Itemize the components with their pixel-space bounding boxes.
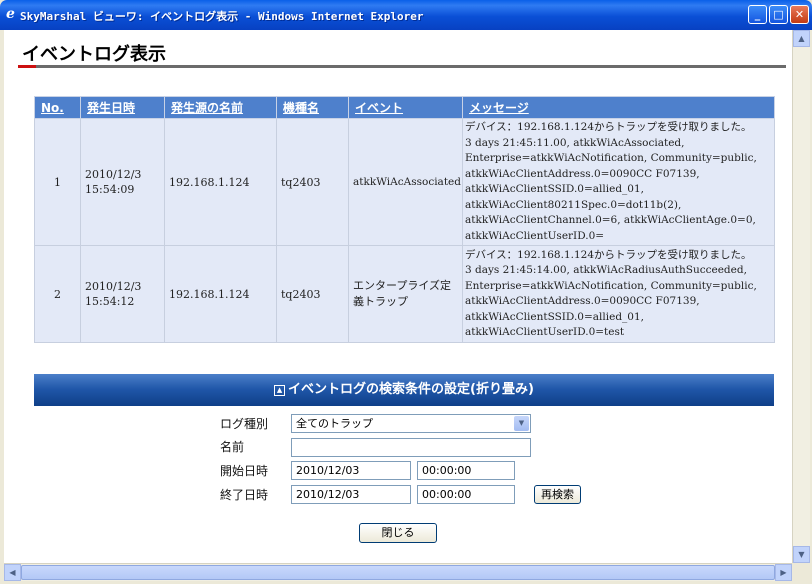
message-line: Enterprise=atkkWiAcNotification, Communi… <box>465 152 757 164</box>
horizontal-scrollbar[interactable]: ◀ ▶ <box>4 563 792 581</box>
message-line: atkkWiAcClient80211Spec.0=dot11b(2), <box>465 198 682 211</box>
message-line: 3 days 21:45:11.00, atkkWiAcAssociated, <box>465 136 685 149</box>
row-date: 2010/12/3 <box>85 168 142 181</box>
row-number: 2 <box>34 245 81 343</box>
window-titlebar: e SkyMarshal ビューワ: イベントログ表示 - Windows In… <box>0 0 812 30</box>
message-line: atkkWiAcClientUserID.0=test <box>465 326 625 338</box>
table-row: 1 2010/12/3 15:54:09 192.168.1.124 tq240… <box>34 118 775 246</box>
message-line: atkkWiAcClientAddress.0=0090CC F07139, <box>465 167 700 180</box>
log-type-select[interactable]: 全てのトラップ ▼ <box>291 414 531 433</box>
column-header-event[interactable]: イベント <box>348 96 463 119</box>
row-time: 15:54:12 <box>85 295 135 308</box>
end-date-input[interactable]: 2010/12/03 <box>291 485 411 504</box>
title-divider <box>18 65 786 68</box>
row-message: デバイス：192.168.1.124からトラップを受け取りました。 3 days… <box>462 245 775 343</box>
close-page-button[interactable]: 閉じる <box>359 523 437 543</box>
event-log-table: No. 発生日時 発生源の名前 機種名 イベント メッセージ 1 2010/12… <box>34 96 775 343</box>
scroll-left-icon[interactable]: ◀ <box>4 564 21 581</box>
row-message: デバイス：192.168.1.124からトラップを受け取りました。 3 days… <box>462 118 775 246</box>
row-date: 2010/12/3 <box>85 280 142 293</box>
message-line: 3 days 21:45:14.00, atkkWiAcRadiusAuthSu… <box>465 264 747 276</box>
maximize-button[interactable]: □ <box>769 5 788 24</box>
log-type-label: ログ種別 <box>220 417 269 431</box>
row-source: 192.168.1.124 <box>164 118 277 246</box>
message-line: デバイス：192.168.1.124からトラップを受け取りました。 <box>465 121 752 133</box>
page-title: イベントログ表示 <box>22 44 166 65</box>
search-conditions-title: イベントログの検索条件の設定(折り畳み) <box>288 382 534 397</box>
column-header-message[interactable]: メッセージ <box>462 96 775 119</box>
scroll-down-icon[interactable]: ▼ <box>793 546 810 563</box>
start-datetime-label: 開始日時 <box>220 464 269 478</box>
scrollbar-corner <box>792 563 810 580</box>
chevron-down-icon[interactable]: ▼ <box>514 416 529 431</box>
minimize-button[interactable]: _ <box>748 5 767 24</box>
row-event: atkkWiAcAssociated <box>348 118 463 246</box>
scroll-right-icon[interactable]: ▶ <box>775 564 792 581</box>
row-number: 1 <box>34 118 81 246</box>
start-time-input[interactable]: 00:00:00 <box>417 461 515 480</box>
close-window-button[interactable]: ✕ <box>790 5 809 24</box>
message-line: atkkWiAcClientSSID.0=allied_01, <box>465 183 645 195</box>
name-input[interactable] <box>291 438 531 457</box>
page-viewport: イベントログ表示 No. 発生日時 発生源の名前 機種名 イベント メッセージ … <box>4 30 792 563</box>
row-source: 192.168.1.124 <box>164 245 277 343</box>
row-model: tq2403 <box>276 118 349 246</box>
chevron-up-icon: ▲ <box>274 385 286 396</box>
window-title: SkyMarshal ビューワ: イベントログ表示 - Windows Inte… <box>20 10 424 23</box>
column-header-datetime[interactable]: 発生日時 <box>80 96 165 119</box>
message-line: atkkWiAcClientChannel.0=6, atkkWiAcClien… <box>465 214 756 226</box>
table-row: 2 2010/12/3 15:54:12 192.168.1.124 tq240… <box>34 245 775 343</box>
end-time-input[interactable]: 00:00:00 <box>417 485 515 504</box>
start-date-input[interactable]: 2010/12/03 <box>291 461 411 480</box>
end-datetime-label: 終了日時 <box>220 488 269 502</box>
log-type-selected-value: 全てのトラップ <box>296 417 373 430</box>
row-datetime: 2010/12/3 15:54:09 <box>80 118 165 246</box>
row-event: エンタープライズ定義トラップ <box>348 245 463 343</box>
ie-logo-icon: e <box>6 6 15 22</box>
row-datetime: 2010/12/3 15:54:12 <box>80 245 165 343</box>
search-conditions-toggle[interactable]: ▲ イベントログの検索条件の設定(折り畳み) <box>34 374 774 406</box>
research-button[interactable]: 再検索 <box>534 485 581 504</box>
message-line: Enterprise=atkkWiAcNotification, Communi… <box>465 279 757 292</box>
column-header-no[interactable]: No. <box>34 96 81 119</box>
horizontal-scroll-thumb[interactable] <box>21 565 775 580</box>
vertical-scrollbar[interactable]: ▲ ▼ <box>792 30 810 563</box>
message-line: atkkWiAcClientUserID.0= <box>465 229 605 242</box>
row-time: 15:54:09 <box>85 183 135 196</box>
table-header-row: No. 発生日時 発生源の名前 機種名 イベント メッセージ <box>34 96 775 119</box>
scroll-up-icon[interactable]: ▲ <box>793 30 810 47</box>
message-line: デバイス：192.168.1.124からトラップを受け取りました。 <box>465 248 752 261</box>
column-header-model[interactable]: 機種名 <box>276 96 349 119</box>
column-header-source[interactable]: 発生源の名前 <box>164 96 277 119</box>
message-line: atkkWiAcClientAddress.0=0090CC F07139, <box>465 295 700 307</box>
row-model: tq2403 <box>276 245 349 343</box>
title-accent-mark <box>18 65 36 68</box>
message-line: atkkWiAcClientSSID.0=allied_01, <box>465 310 645 323</box>
name-label: 名前 <box>220 440 245 454</box>
